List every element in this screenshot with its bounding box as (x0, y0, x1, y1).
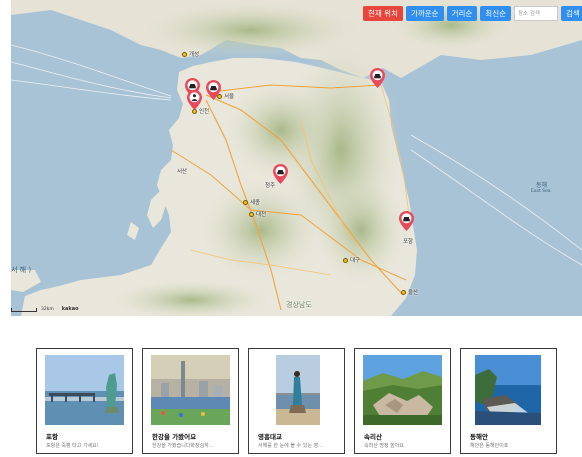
car-marker-icon[interactable] (370, 68, 385, 88)
kakao-logo: kakao (61, 306, 79, 312)
card-title: 한강을 가봤어요 (152, 433, 197, 441)
map-scale: 32km kakao (11, 306, 79, 312)
card-photo-hangang (151, 355, 230, 425)
map-view[interactable]: 개성 인천 서울 세종 대전 대구 울산 포항 청주 서산 동해 East Se… (11, 0, 582, 316)
city-label-daegu: 대구 (350, 258, 361, 264)
scale-label: 32km (41, 307, 54, 312)
card-description: 속리산 명정 높아요 (364, 443, 404, 449)
city-label-daejeon: 대전 (256, 212, 267, 218)
card-photo-songnisan (363, 355, 442, 425)
city-label-seoul: 서울 (224, 94, 235, 100)
place-card-yeongheung[interactable]: 영흥대교 서해를 한 눈에 볼 수 있는 영... (248, 348, 345, 454)
place-card-pohang[interactable]: 포항 포항은 죽뽕 타고 가세요! (36, 348, 133, 454)
card-description: 한강을 가봤습니다화창심하... (152, 443, 214, 449)
city-dot-daejeon (249, 212, 254, 217)
card-title: 동해안 (470, 433, 488, 441)
city-label-pohang: 포항 (403, 239, 414, 245)
city-dot-ulsan (401, 290, 406, 295)
city-dot-daegu (343, 258, 348, 263)
card-photo-yeongheung (276, 355, 320, 425)
city-dot-sejong (243, 200, 248, 205)
sort-nearest-button[interactable]: 가까운순 (405, 6, 444, 21)
card-description: 해안은 동해안이죠 (470, 443, 509, 449)
person-marker-icon[interactable] (187, 90, 202, 110)
place-card-hangang[interactable]: 한강을 가봤어요 한강을 가봤습니다화창심하... (142, 348, 239, 454)
sea-label-donghae: 동해 (536, 182, 548, 189)
city-label-sejong: 세종 (250, 200, 261, 206)
card-photo-pohang (45, 355, 124, 425)
card-title: 포항 (46, 433, 58, 441)
car-marker-icon[interactable] (273, 164, 288, 184)
map-toolbar: 현재 위치 가까운순 거리순 최신순 검색 (363, 6, 582, 21)
card-title: 영흥대교 (258, 433, 282, 441)
sea-label-east-sea: East Sea (531, 189, 551, 194)
place-search-input[interactable] (514, 6, 558, 21)
city-dot-gaesong (182, 52, 187, 57)
place-card-songnisan[interactable]: 속리산 속리산 명정 높아요 (354, 348, 451, 454)
sort-latest-button[interactable]: 최신순 (480, 6, 511, 21)
card-description: 포항은 죽뽕 타고 가세요! (46, 443, 99, 449)
card-description: 서해를 한 눈에 볼 수 있는 영... (258, 443, 323, 449)
map-base (11, 0, 582, 316)
city-label-ulsan: 울산 (408, 290, 419, 296)
current-location-button[interactable]: 현재 위치 (363, 6, 403, 21)
car-marker-icon[interactable] (399, 211, 414, 231)
card-title: 속리산 (364, 433, 382, 441)
place-card-list: 포항 포항은 죽뽕 타고 가세요! 한강을 가봤어요 한강을 가봤습니다화창심하… (36, 348, 557, 454)
sort-distance-button[interactable]: 거리순 (446, 6, 478, 21)
region-label-gyeongsang: 경상남도 (286, 301, 312, 309)
card-photo-donghaean (475, 355, 541, 425)
city-label-seosan: 서산 (177, 169, 188, 175)
sea-label-west: 서 해 ) (11, 266, 32, 274)
scale-line (11, 308, 37, 312)
car-marker-icon[interactable] (206, 80, 221, 100)
search-button[interactable]: 검색 (561, 6, 582, 21)
place-card-donghaean[interactable]: 동해안 해안은 동해안이죠 (460, 348, 557, 454)
city-label-gaesong: 개성 (189, 52, 200, 58)
